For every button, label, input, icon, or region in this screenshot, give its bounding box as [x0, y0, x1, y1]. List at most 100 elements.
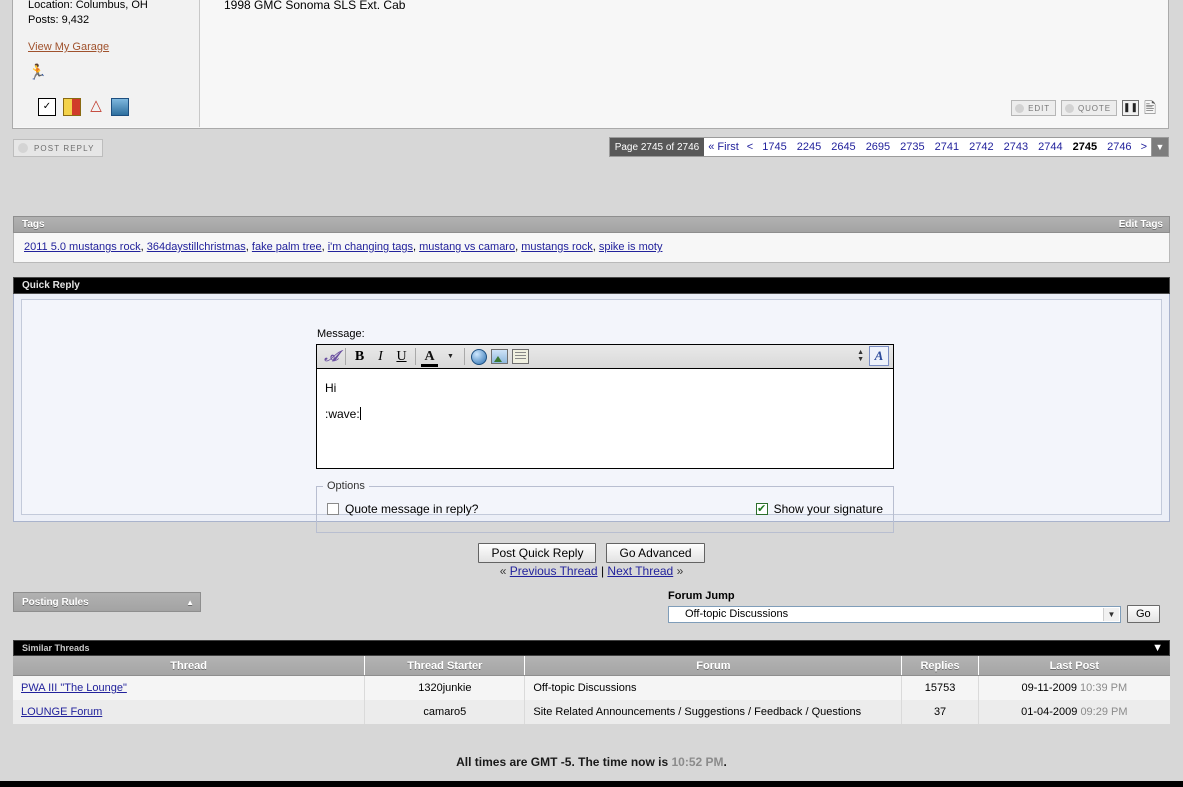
edit-glyph-icon — [1015, 103, 1025, 113]
pagination-nav: Page 2745 of 2746 « First < 1745 2245 26… — [608, 137, 1169, 157]
insert-link-icon[interactable] — [468, 347, 489, 367]
forum-jump-select[interactable]: Off-topic Discussions ▼ — [668, 605, 1121, 623]
pagination-page-2735[interactable]: 2735 — [895, 138, 929, 156]
posting-rules-title: Posting Rules — [22, 596, 89, 608]
warning-icon[interactable]: △ — [88, 98, 104, 114]
posting-rules-header[interactable]: Posting Rules ▲ — [13, 592, 201, 612]
quote-message-checkbox-row[interactable]: Quote message in reply? — [327, 502, 478, 516]
quick-reply-header: Quick Reply — [13, 277, 1170, 294]
cell-forum: Off-topic Discussions — [524, 675, 903, 700]
last-post-date: 09-11-2009 — [1021, 682, 1077, 694]
cell-last-post: 09-11-2009 10:39 PM — [978, 675, 1170, 700]
post-quick-reply-button[interactable]: Post Quick Reply — [478, 543, 597, 563]
book-icon[interactable] — [63, 98, 81, 116]
pagination-next[interactable]: > — [1137, 138, 1151, 156]
text-caret — [359, 407, 361, 420]
editor-toolbar-right: ▲ ▼ A — [857, 346, 889, 366]
italic-icon[interactable]: I — [370, 347, 391, 367]
cell-replies: 37 — [901, 700, 979, 724]
quote-message-checkbox[interactable] — [327, 503, 339, 515]
pause-button[interactable]: ❚❚ — [1121, 100, 1139, 116]
cell-last-post: 01-04-2009 09:29 PM — [978, 700, 1170, 724]
pagination-page-current: 2745 — [1072, 141, 1098, 153]
message-label: Message: — [317, 328, 365, 340]
pagination-dropdown-icon[interactable]: ▼ — [1151, 138, 1168, 156]
forum-jump-title: Forum Jump — [668, 590, 735, 602]
show-signature-checkbox[interactable] — [755, 503, 768, 515]
footer-text-before: All times are GMT -5. The time now is — [456, 755, 669, 769]
thread-link[interactable]: PWA III "The Lounge" — [21, 682, 127, 694]
quick-reply-buttons: Post Quick Reply Go Advanced — [14, 543, 1169, 563]
tag-link[interactable]: 2011 5.0 mustangs rock — [24, 241, 141, 253]
wrap-tags-icon[interactable] — [510, 347, 531, 367]
cell-replies: 15753 — [901, 675, 979, 700]
quick-reply-block: Quick Reply Message: 𝒜 B I U A ▼ ▲ ▼ A H… — [13, 277, 1170, 563]
color-dropdown-icon[interactable]: ▼ — [440, 347, 461, 367]
cell-thread-starter: 1320junkie — [364, 675, 526, 700]
pagination-prev[interactable]: < — [743, 138, 757, 156]
resize-handle-icon[interactable]: ▲ ▼ — [857, 349, 864, 363]
edit-button[interactable]: EDIT — [1011, 100, 1056, 116]
checkbox-icon[interactable]: ✓ — [38, 98, 56, 116]
report-post-icon[interactable]: 🖹 — [1144, 101, 1156, 116]
toolbar-divider — [345, 348, 346, 365]
message-textarea[interactable]: Hi :wave: — [316, 368, 894, 469]
pagination-page-2743[interactable]: 2743 — [999, 138, 1033, 156]
computer-icon[interactable] — [111, 98, 129, 116]
show-signature-label: Show your signature — [773, 502, 883, 516]
post-signature-line: 1998 GMC Sonoma SLS Ext. Cab — [224, 0, 406, 12]
column-header-replies: Replies — [901, 656, 979, 676]
pagination-page-2742[interactable]: 2742 — [964, 138, 998, 156]
bold-icon[interactable]: B — [349, 347, 370, 367]
pagination-page-2645[interactable]: 2645 — [826, 138, 860, 156]
pagination-page-2695[interactable]: 2695 — [861, 138, 895, 156]
edit-tags-link[interactable]: Edit Tags — [1119, 219, 1163, 230]
insert-image-icon[interactable] — [489, 347, 510, 367]
post-reply-button[interactable]: POST REPLY — [13, 139, 103, 157]
next-thread-link[interactable]: Next Thread — [607, 564, 673, 578]
tag-link[interactable]: 364daystillchristmas — [147, 241, 246, 253]
thread-nav-divider: | — [600, 564, 605, 578]
forum-page: Location: Columbus, OH Posts: 9,432 View… — [0, 0, 1183, 787]
message-line-1: Hi — [325, 381, 337, 395]
font-icon[interactable]: 𝒜 — [321, 347, 342, 367]
chevron-up-icon[interactable]: ▲ — [186, 598, 194, 607]
pagination-page-1745[interactable]: 1745 — [757, 138, 791, 156]
chevron-down-icon[interactable]: ▼ — [1152, 642, 1163, 654]
quote-glyph-icon — [1064, 103, 1074, 113]
go-advanced-button[interactable]: Go Advanced — [606, 543, 705, 563]
previous-thread-link[interactable]: Previous Thread — [510, 564, 598, 578]
tag-link[interactable]: mustang vs camaro — [419, 241, 515, 253]
tags-body: 2011 5.0 mustangs rock, 364daystillchris… — [13, 233, 1170, 263]
forum-jump-go-button[interactable]: Go — [1127, 605, 1160, 623]
pagination-page-2746[interactable]: 2746 — [1102, 138, 1136, 156]
post-reply-label: POST REPLY — [34, 143, 95, 153]
column-header-last-post: Last Post — [978, 656, 1170, 676]
last-post-date: 01-04-2009 — [1021, 706, 1078, 718]
similar-threads-header: Similar Threads ▼ — [13, 640, 1170, 656]
user-post-count: Posts: 9,432 — [28, 13, 90, 26]
toggle-editor-mode-icon[interactable]: A — [869, 346, 889, 366]
table-row: PWA III "The Lounge" 1320junkie Off-topi… — [13, 675, 1170, 700]
tag-link[interactable]: i'm changing tags — [328, 241, 413, 253]
view-my-garage-link[interactable]: View My Garage — [28, 41, 109, 53]
pagination-first[interactable]: « First — [704, 138, 743, 156]
quote-button[interactable]: QUOTE — [1060, 100, 1117, 116]
font-color-icon[interactable]: A — [419, 347, 440, 367]
tag-link[interactable]: mustangs rock — [521, 241, 593, 253]
table-header-row: Thread Thread Starter Forum Replies Last… — [13, 656, 1170, 676]
thread-link[interactable]: LOUNGE Forum — [21, 706, 102, 718]
tags-block: Tags Edit Tags 2011 5.0 mustangs rock, 3… — [13, 216, 1170, 263]
tag-link[interactable]: spike is moty — [599, 241, 663, 253]
pagination-page-2744[interactable]: 2744 — [1033, 138, 1067, 156]
edit-button-label: EDIT — [1028, 103, 1050, 113]
tag-link[interactable]: fake palm tree — [252, 241, 322, 253]
show-signature-checkbox-row[interactable]: Show your signature — [755, 502, 883, 516]
thread-navigation: « Previous Thread | Next Thread » — [0, 564, 1183, 578]
toolbar-divider — [415, 348, 416, 365]
user-award-icon: 🏃 — [28, 64, 47, 81]
pagination-row: POST REPLY Page 2745 of 2746 « First < 1… — [0, 131, 1183, 330]
pagination-page-2245[interactable]: 2245 — [792, 138, 826, 156]
underline-icon[interactable]: U — [391, 347, 412, 367]
pagination-page-2741[interactable]: 2741 — [930, 138, 964, 156]
